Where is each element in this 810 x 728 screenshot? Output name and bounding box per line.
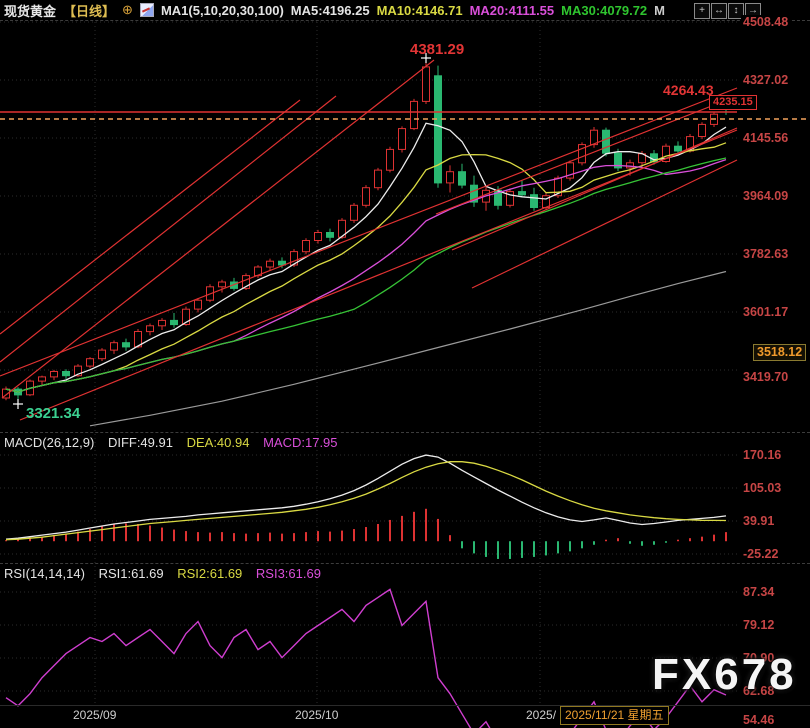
time-axis-label: 2025/09 xyxy=(71,708,118,722)
chart-type-icon[interactable] xyxy=(140,3,154,17)
rsi-axis-label: 79.12 xyxy=(741,618,776,632)
macd-title[interactable]: MACD(26,12,9) xyxy=(4,435,94,450)
rsi3-value: RSI3:61.69 xyxy=(256,566,321,581)
price-axis-label: 4327.02 xyxy=(741,73,790,87)
price-axis-label: 4145.56 xyxy=(741,131,790,145)
time-axis xyxy=(0,705,810,728)
price-axis-label: 3419.70 xyxy=(741,370,790,384)
ma10-value: MA10:4146.71 xyxy=(377,3,463,18)
macd-diff-value: DIFF:49.91 xyxy=(108,435,173,450)
symbol-name: 现货黄金 xyxy=(4,1,56,20)
macd-dea-value: DEA:40.94 xyxy=(187,435,250,450)
macd-panel-divider xyxy=(0,432,810,433)
rsi1-value: RSI1:61.69 xyxy=(99,566,164,581)
ma100-value-truncated: M xyxy=(654,3,665,18)
macd-axis-label: -25.22 xyxy=(741,547,780,561)
rsi-panel-divider xyxy=(0,563,810,564)
macd-axis-label: 39.91 xyxy=(741,514,776,528)
high-price-annotation: 4381.29 xyxy=(410,41,464,58)
alert-price-badge[interactable]: 3518.12 xyxy=(753,344,806,361)
watermark: FX678 xyxy=(652,650,797,700)
chart-canvas[interactable] xyxy=(0,0,810,728)
last-price-badge: 4235.15 xyxy=(709,95,757,110)
rsi-header: RSI(14,14,14) RSI1:61.69 RSI2:61.69 RSI3… xyxy=(4,566,331,581)
time-axis-label: 2025/10 xyxy=(293,708,340,722)
low-price-annotation: 3321.34 xyxy=(26,405,80,422)
macd-axis-label: 105.03 xyxy=(741,481,783,495)
ma5-value: MA5:4196.25 xyxy=(291,3,370,18)
x-axis-scale-icon[interactable]: ↔ xyxy=(711,3,727,19)
ma20-value: MA20:4111.55 xyxy=(470,3,555,18)
resistance-level-annotation: 4264.43 xyxy=(663,82,714,98)
crosshair-date-badge: 2025/11/21 星期五 xyxy=(560,706,669,725)
ma30-value: MA30:4079.72 xyxy=(561,3,647,18)
price-axis-label: 3964.09 xyxy=(741,189,790,203)
price-axis-label: 4508.48 xyxy=(741,15,790,29)
period-label[interactable]: 【日线】 xyxy=(63,1,115,20)
rsi-axis-label: 87.34 xyxy=(741,585,776,599)
chart-application: 现货黄金 【日线】 ⊕ MA1(5,10,20,30,100) MA5:4196… xyxy=(0,0,810,728)
macd-header: MACD(26,12,9) DIFF:49.91 DEA:40.94 MACD:… xyxy=(4,435,348,450)
price-axis-label: 3601.17 xyxy=(741,305,790,319)
add-indicator-icon[interactable]: ⊕ xyxy=(122,2,133,18)
macd-axis-label: 170.16 xyxy=(741,448,783,462)
time-axis-label-partial: 2025/ xyxy=(524,708,558,722)
rsi-title[interactable]: RSI(14,14,14) xyxy=(4,566,85,581)
rsi2-value: RSI2:61.69 xyxy=(177,566,242,581)
macd-macd-value: MACD:17.95 xyxy=(263,435,337,450)
pan-icon[interactable]: + xyxy=(694,3,710,19)
top-bar: 现货黄金 【日线】 ⊕ MA1(5,10,20,30,100) MA5:4196… xyxy=(0,0,810,21)
price-axis-label: 3782.63 xyxy=(741,247,790,261)
ma-settings-label[interactable]: MA1(5,10,20,30,100) xyxy=(161,3,284,18)
